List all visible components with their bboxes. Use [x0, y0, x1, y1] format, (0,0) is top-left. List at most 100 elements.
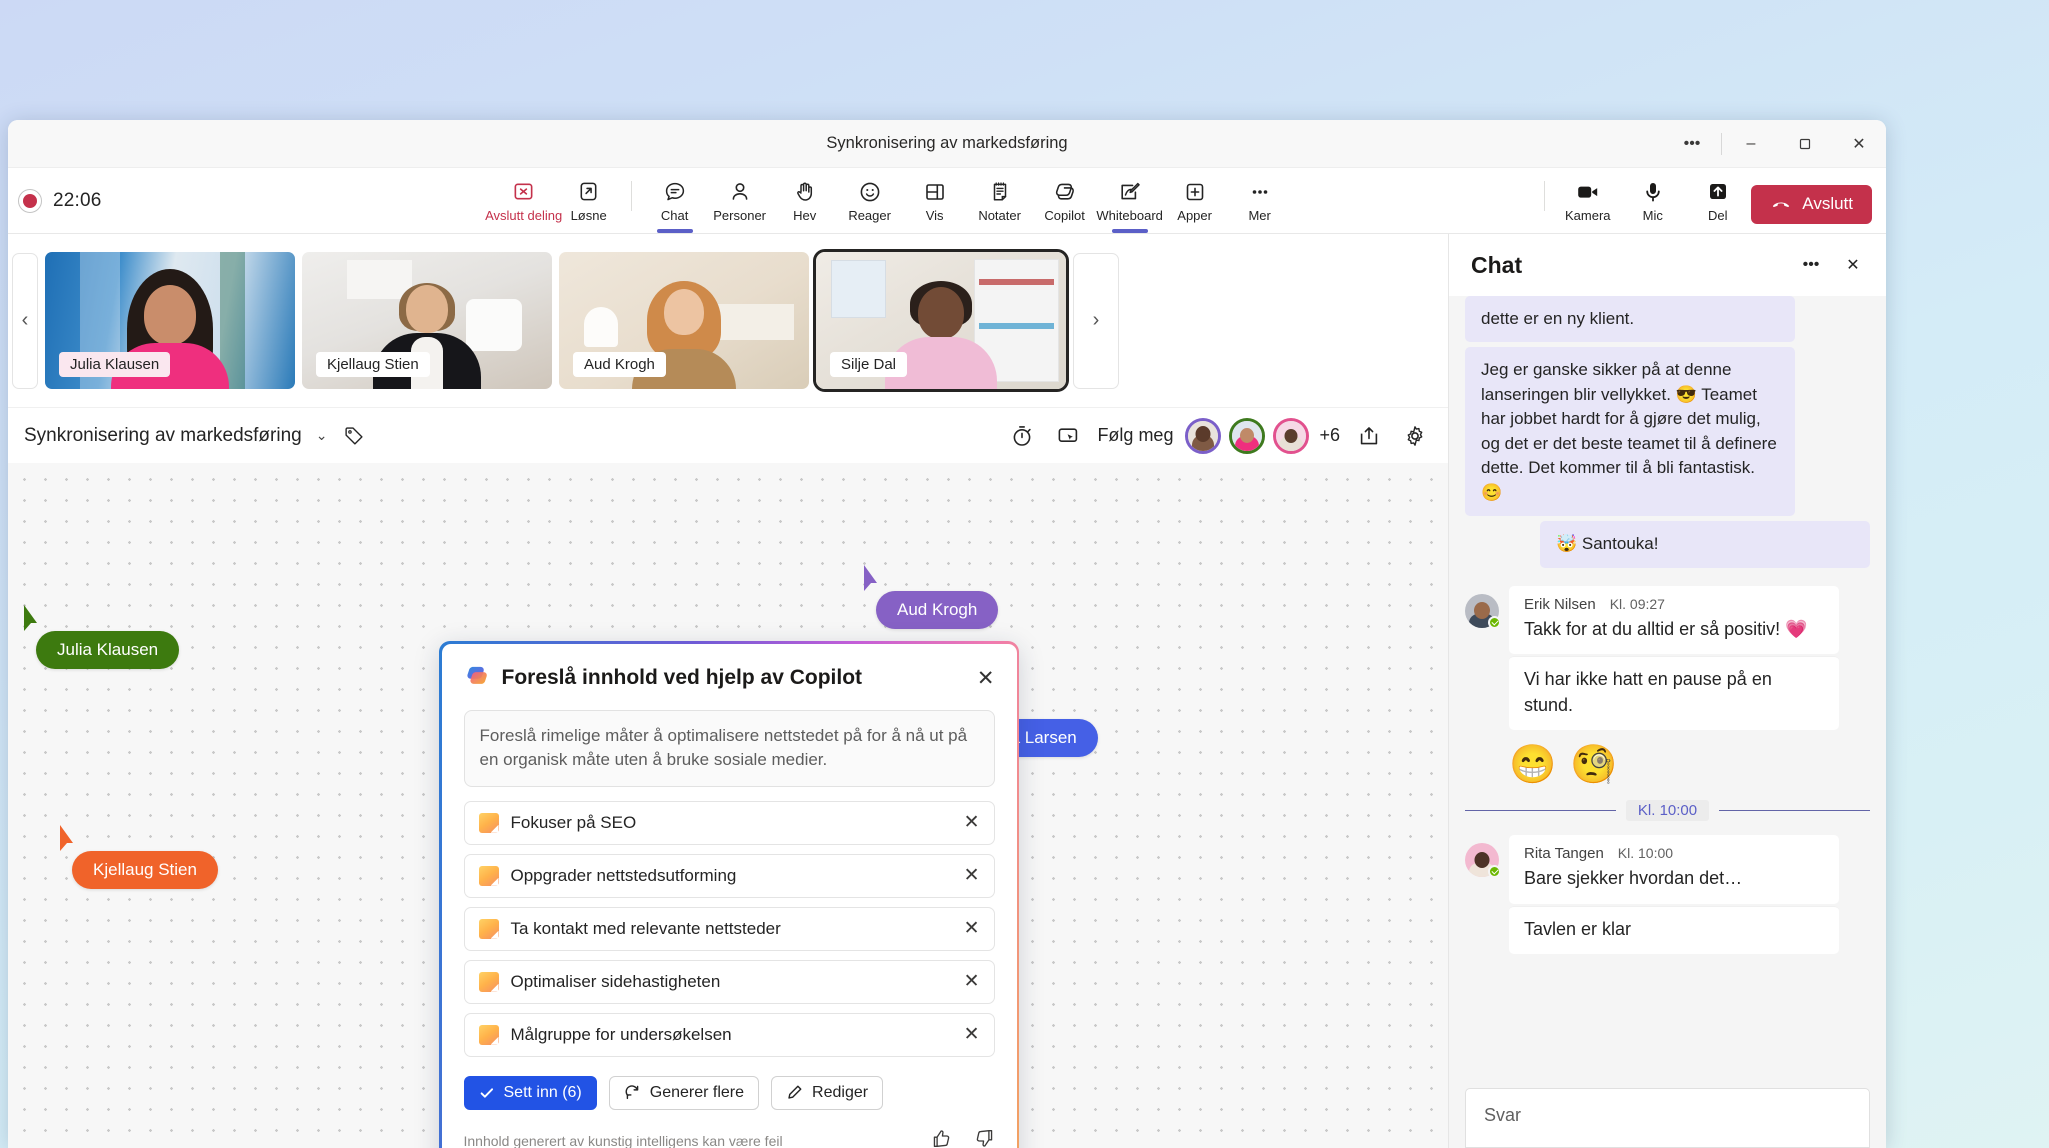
view-layout-icon — [923, 179, 947, 205]
insert-label: Sett inn (6) — [503, 1083, 582, 1101]
chat-icon — [663, 179, 687, 205]
chat-time-divider: Kl. 10:00 — [1465, 800, 1870, 822]
avatar — [1465, 843, 1501, 879]
thumb-down-icon[interactable] — [974, 1128, 995, 1148]
toolbar-camera[interactable]: Kamera — [1556, 175, 1619, 227]
gear-icon[interactable] — [1398, 419, 1432, 453]
remove-suggestion-icon[interactable]: ✕ — [964, 970, 980, 993]
chat-author: Erik Nilsen — [1524, 595, 1596, 613]
toolbar-react[interactable]: Reager — [838, 175, 901, 227]
chat-bubble-own: 🤯 Santouka! — [1540, 521, 1870, 568]
raise-hand-icon — [793, 179, 817, 205]
chat-compose-box[interactable]: Svar — [1465, 1088, 1870, 1148]
suggestion-item[interactable]: Målgruppe for undersøkelsen ✕ — [463, 1012, 995, 1057]
toolbar-view[interactable]: Vis — [903, 175, 966, 227]
chat-message-list[interactable]: dette er en ny klient. Jeg er ganske sik… — [1449, 296, 1886, 1088]
remote-cursor-aud: Aud Krogh — [862, 563, 999, 629]
toolbar-pop-out[interactable]: Løsne — [557, 175, 620, 227]
maximize-icon[interactable] — [1778, 120, 1832, 168]
toolbar-notes[interactable]: Notater — [968, 175, 1031, 227]
chat-text: Vi har ikke hatt en pause på en stund. — [1524, 669, 1772, 715]
chevron-down-icon[interactable]: ⌄ — [316, 427, 328, 444]
toolbar-more[interactable]: Mer — [1228, 175, 1291, 227]
chat-meta: Erik Nilsen Kl. 09:27 — [1524, 596, 1824, 613]
video-tile-active-speaker[interactable]: Silje Dal — [813, 249, 1069, 392]
avatar — [1465, 593, 1501, 629]
share-arrow-icon[interactable] — [1352, 419, 1386, 453]
toolbar-copilot[interactable]: Copilot — [1033, 175, 1096, 227]
close-icon[interactable]: ✕ — [977, 666, 995, 691]
toolbar-people[interactable]: Personer — [708, 175, 771, 227]
chat-author: Rita Tangen — [1524, 845, 1604, 863]
share-screen-cursor-icon[interactable] — [1051, 419, 1085, 453]
edit-button[interactable]: Rediger — [771, 1075, 884, 1110]
toolbar-label: Reager — [848, 207, 891, 223]
chat-close-icon[interactable]: ✕ — [1836, 248, 1870, 282]
suggestion-item[interactable]: Fokuser på SEO ✕ — [463, 800, 995, 845]
share-up-icon — [1705, 179, 1731, 205]
avatar[interactable] — [1229, 417, 1266, 454]
chat-text: Tavlen er klar — [1524, 918, 1632, 939]
follow-me-label[interactable]: Følg meg — [1097, 425, 1173, 446]
toolbar-stop-sharing[interactable]: Avslutt deling — [485, 175, 562, 227]
remove-suggestion-icon[interactable]: ✕ — [964, 917, 980, 940]
generate-more-label: Generer flere — [649, 1083, 745, 1101]
copilot-suggestion-list: Fokuser på SEO ✕ Oppgrader nettstedsutfo… — [463, 800, 995, 1057]
filmstrip-prev-icon[interactable]: ‹ — [12, 252, 38, 389]
insert-button[interactable]: Sett inn (6) — [463, 1075, 597, 1110]
thumb-up-icon[interactable] — [931, 1128, 952, 1148]
video-tile[interactable]: Kjellaug Stien — [302, 252, 552, 389]
toolbar-mic[interactable]: Mic — [1621, 175, 1684, 227]
stop-sharing-icon — [512, 179, 535, 205]
divider-label: Kl. 10:00 — [1625, 800, 1710, 822]
chat-meta: Rita Tangen Kl. 10:00 — [1524, 845, 1824, 862]
suggestion-item[interactable]: Ta kontakt med relevante nettsteder ✕ — [463, 906, 995, 951]
emoji-grin-icon[interactable]: 😁 — [1509, 746, 1556, 784]
close-icon[interactable]: ✕ — [1832, 120, 1886, 168]
toolbar-chat[interactable]: Chat — [643, 175, 706, 227]
toolbar-share[interactable]: Del — [1686, 175, 1749, 227]
edit-label: Rediger — [812, 1083, 869, 1101]
pop-out-icon — [577, 179, 600, 205]
toolbar-whiteboard[interactable]: Whiteboard — [1096, 175, 1163, 227]
remove-suggestion-icon[interactable]: ✕ — [964, 811, 980, 834]
copilot-icon — [1052, 179, 1077, 205]
copilot-dialog-title: Foreslå innhold ved hjelp av Copilot — [501, 666, 863, 689]
overflow-count[interactable]: +6 — [1319, 425, 1340, 446]
toolbar-raise-hand[interactable]: Hev — [773, 175, 836, 227]
video-tile[interactable]: Aud Krogh — [559, 252, 809, 389]
window-more-icon[interactable]: ••• — [1665, 120, 1719, 168]
avatar[interactable] — [1273, 417, 1310, 454]
recording-indicator: 22:06 — [18, 188, 248, 213]
sticky-note-icon — [478, 865, 499, 886]
suggestion-label: Målgruppe for undersøkelsen — [510, 1024, 732, 1044]
generate-more-button[interactable]: Generer flere — [608, 1075, 760, 1110]
hangup-button[interactable]: Avslutt — [1751, 184, 1872, 224]
copilot-prompt-text[interactable]: Foreslå rimelige måter å optimalisere ne… — [463, 709, 995, 787]
avatar[interactable] — [1185, 417, 1222, 454]
whiteboard-header: Synkronisering av markedsføring ⌄ Følg m… — [8, 407, 1448, 463]
toolbar-label: Notater — [978, 207, 1021, 223]
chat-more-icon[interactable]: ••• — [1794, 248, 1828, 282]
suggestion-item[interactable]: Oppgrader nettstedsutforming ✕ — [463, 853, 995, 898]
notes-icon — [988, 179, 1012, 205]
filmstrip-next-icon[interactable]: › — [1073, 252, 1119, 389]
divider — [1719, 810, 1870, 812]
tag-icon[interactable] — [337, 419, 371, 453]
feedback-controls — [931, 1128, 995, 1148]
remove-suggestion-icon[interactable]: ✕ — [964, 864, 980, 887]
toolbar-apps[interactable]: Apper — [1163, 175, 1226, 227]
suggestion-item[interactable]: Optimaliser sidehastigheten ✕ — [463, 959, 995, 1004]
sticky-note-icon — [478, 918, 499, 939]
toolbar-center-group: Avslutt deling Løsne Chat Personer Hev R… — [485, 175, 1291, 227]
toolbar-label: Avslutt deling — [485, 207, 563, 223]
copilot-dialog-actions: Sett inn (6) Generer flere Rediger — [463, 1075, 995, 1110]
remove-suggestion-icon[interactable]: ✕ — [964, 1023, 980, 1046]
chat-timestamp: Kl. 09:27 — [1609, 595, 1665, 612]
chat-text: Takk for at du alltid er så positiv! 💗 — [1524, 618, 1808, 639]
timer-icon[interactable] — [1005, 419, 1039, 453]
emoji-monocle-icon[interactable]: 🧐 — [1570, 746, 1617, 784]
participant-name: Silje Dal — [830, 352, 908, 377]
minimize-icon[interactable]: – — [1724, 120, 1778, 168]
video-tile[interactable]: Julia Klausen — [45, 252, 295, 389]
